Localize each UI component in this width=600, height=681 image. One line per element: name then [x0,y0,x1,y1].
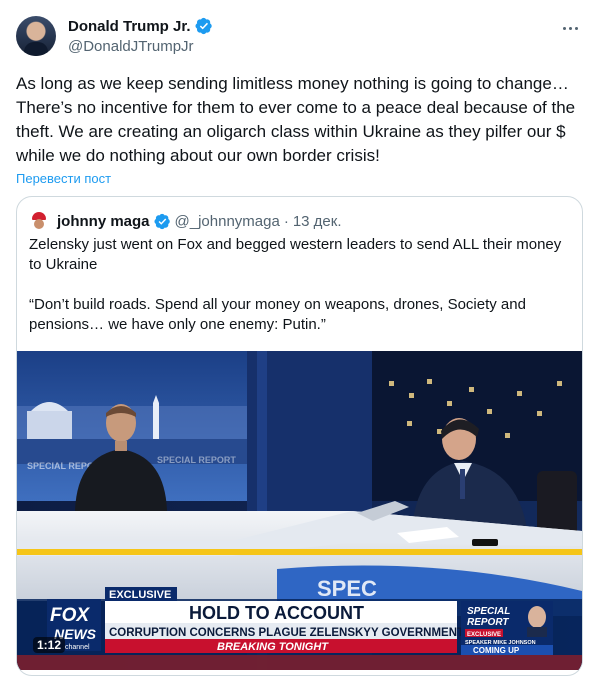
desk-sign: SPEC [317,576,377,601]
separator-dot: · [283,212,289,230]
quote-header: johnny maga @_johnnymaga · 13 дек. [29,211,342,231]
author-handle[interactable]: @DonaldJTrumpJr [68,38,194,55]
quote-text: Zelensky just went on Fox and begged wes… [29,235,574,335]
video-frame: SPECIAL REPORT SPECIAL REPORT SPEC EXCLU… [17,351,582,670]
video-player[interactable]: SPECIAL REPORT SPECIAL REPORT SPEC EXCLU… [17,351,582,670]
translate-post-link[interactable]: Перевести пост [16,171,111,186]
quote-paragraph: Zelensky just went on Fox and begged wes… [29,236,562,273]
tweet-card: Donald Trump Jr. @DonaldJTrumpJr As long… [0,0,600,681]
author-avatar[interactable] [16,16,56,56]
quote-author-handle[interactable]: @_johnnymaga [175,213,280,230]
channel-logo-text: channel [65,644,90,651]
quoted-tweet[interactable]: johnny maga @_johnnymaga · 13 дек. Zelen… [16,196,583,676]
verified-badge-icon [195,17,212,35]
quote-paragraph: “Don’t build roads. Spend all your money… [29,296,526,333]
promo-coming: COMING UP [473,646,520,655]
headline: HOLD TO ACCOUNT [189,603,364,623]
author-name-row: Donald Trump Jr. [68,17,213,35]
promo-exclusive: EXCLUSIVE [467,632,501,638]
promo-title-1: SPECIAL [467,606,510,617]
set-sign-right: SPECIAL REPORT [157,455,236,465]
quote-timestamp[interactable]: 13 дек. [293,213,342,230]
quote-author-avatar[interactable] [29,211,49,231]
more-options-icon[interactable] [558,18,582,38]
video-timestamp: 1:12 [33,637,66,653]
breaking-label: BREAKING TONIGHT [217,641,329,653]
promo-title-2: REPORT [467,617,509,628]
verified-badge-icon [153,213,170,229]
quote-author-name[interactable]: johnny maga [57,213,150,230]
author-display-name[interactable]: Donald Trump Jr. [68,18,191,35]
exclusive-tag: EXCLUSIVE [109,589,171,601]
fox-logo-text: FOX [50,605,90,626]
tweet-text: As long as we keep sending limitless mon… [16,74,576,165]
subheadline: CORRUPTION CONCERNS PLAGUE ZELENSKYY GOV… [109,627,464,639]
